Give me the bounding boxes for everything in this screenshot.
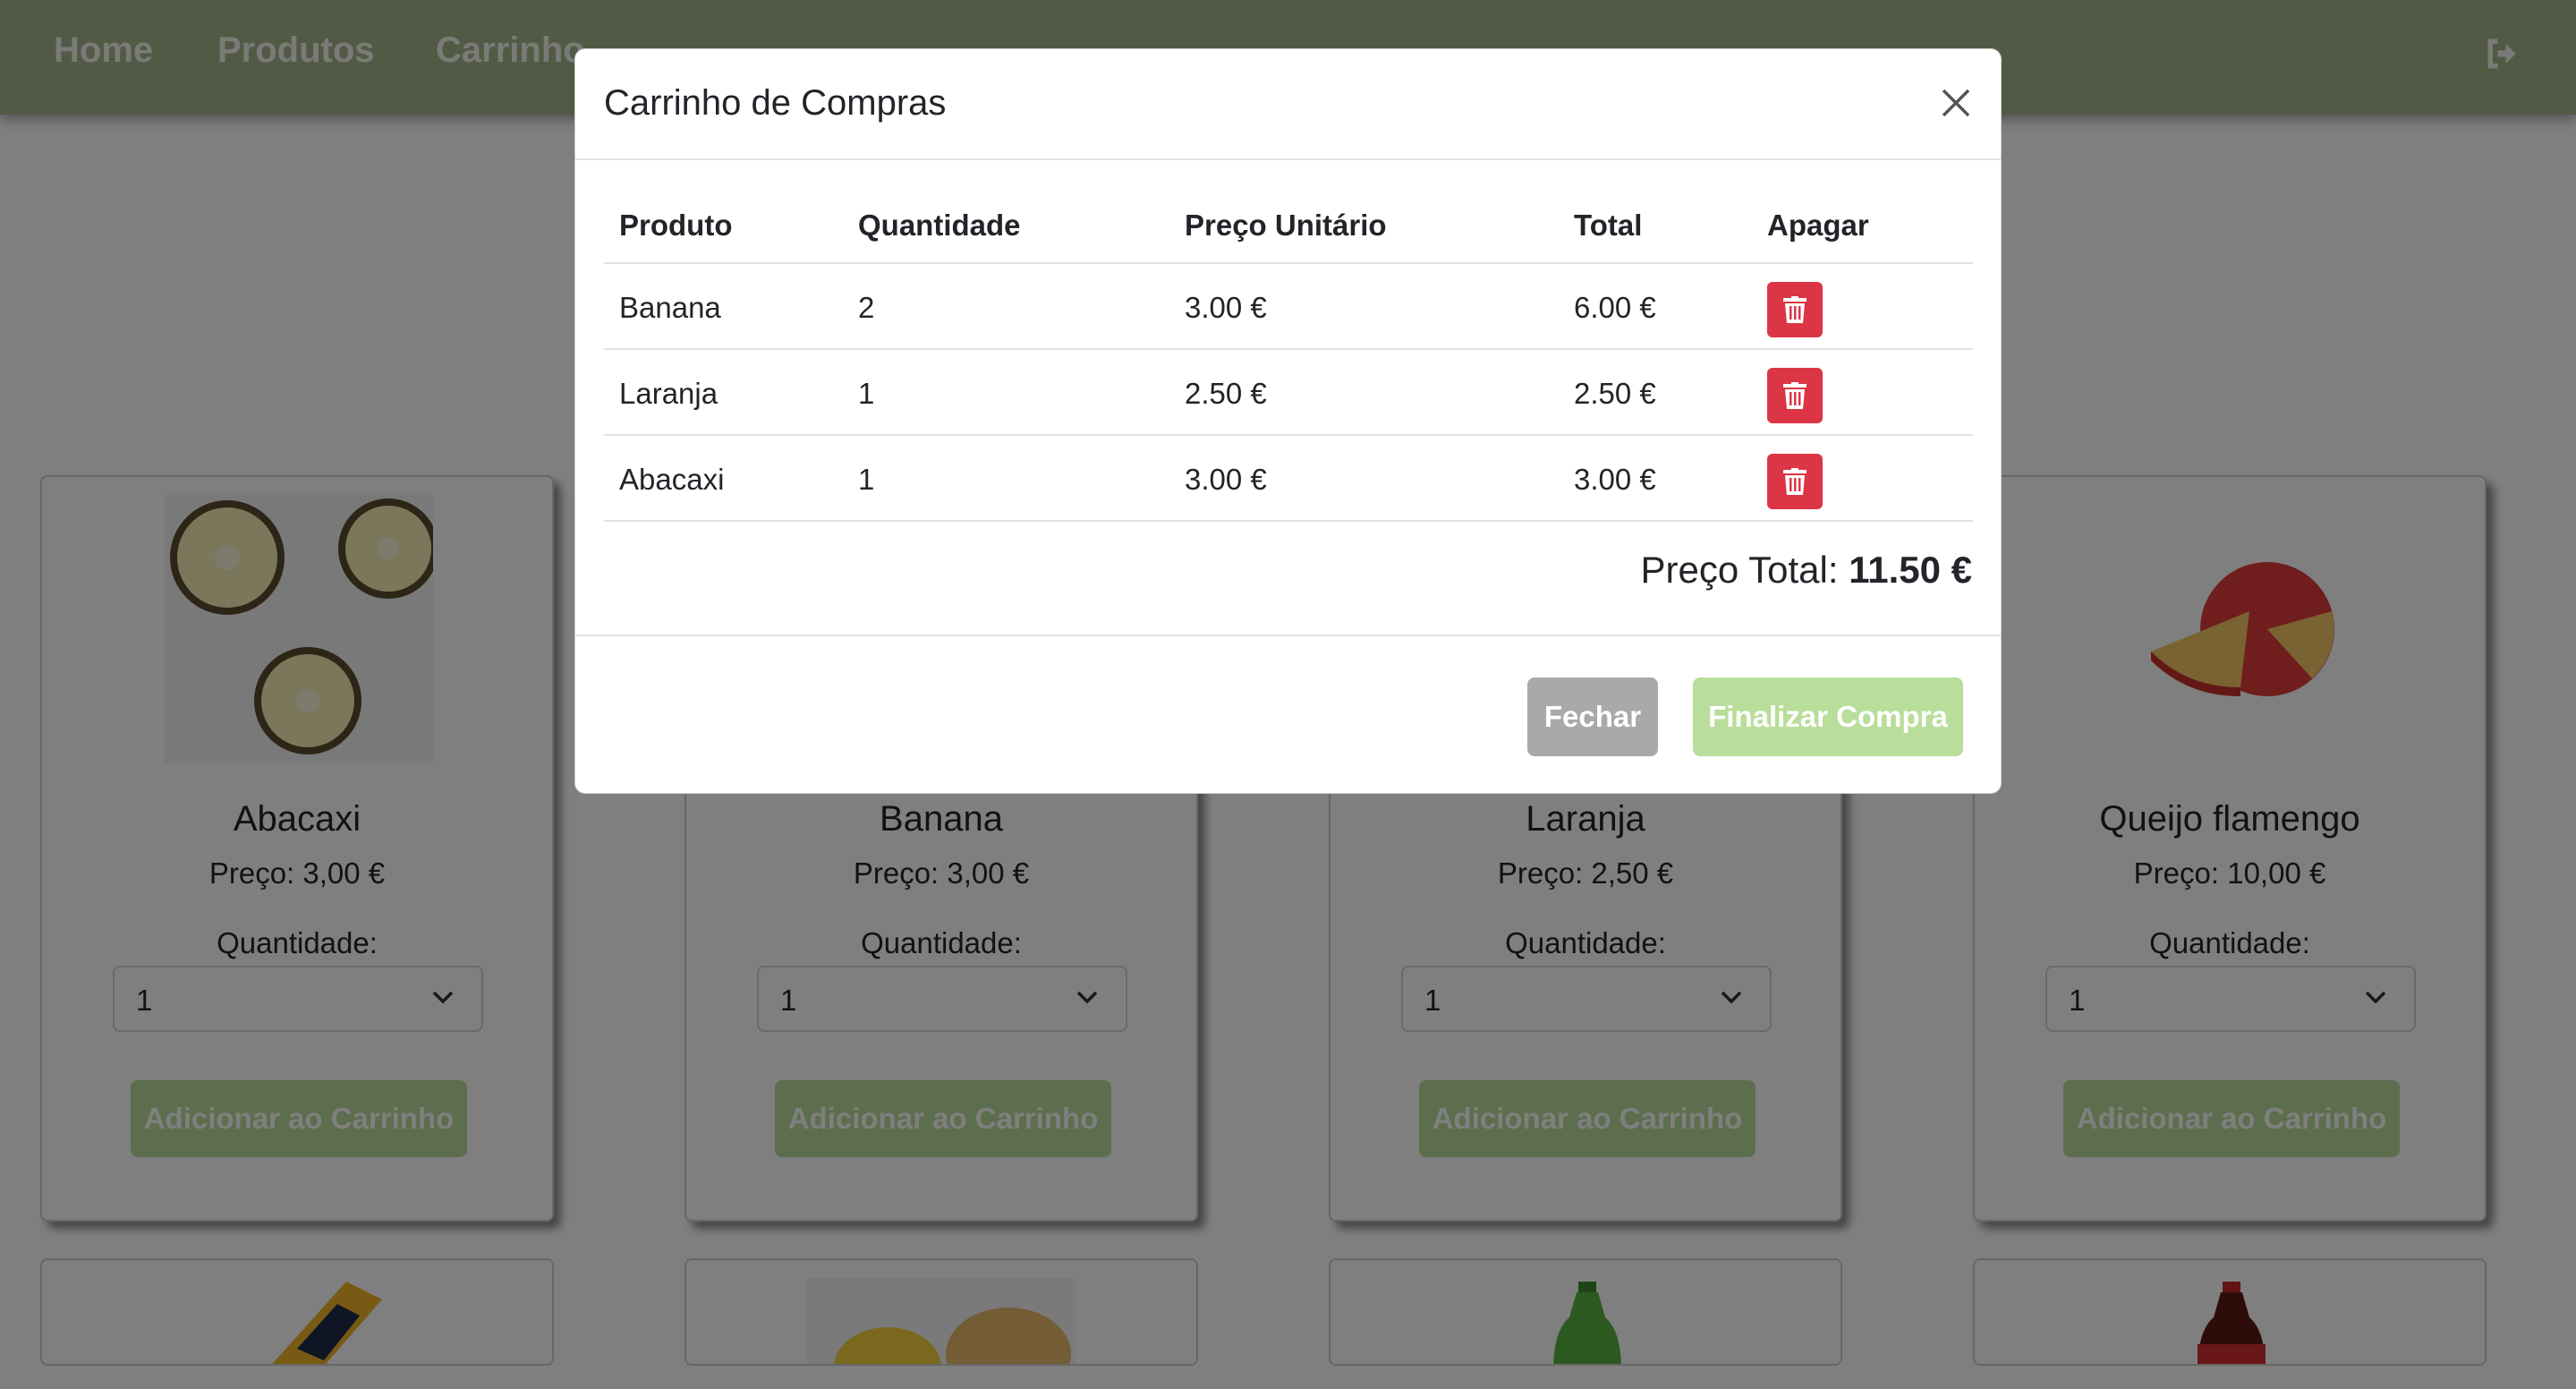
trash-icon: [1783, 296, 1807, 323]
cell-quantidade: 2: [858, 291, 875, 324]
table-row: Banana 2 3.00 € 6.00 €: [604, 264, 1973, 350]
cell-preco-unitario: 3.00 €: [1185, 291, 1267, 324]
table-row: Laranja 1 2.50 € 2.50 €: [604, 350, 1973, 436]
header-quantidade: Quantidade: [858, 209, 1021, 242]
cell-quantidade: 1: [858, 377, 875, 410]
trash-icon: [1783, 468, 1807, 495]
cell-quantidade: 1: [858, 463, 875, 496]
modal-footer-divider: [575, 635, 2001, 636]
delete-button[interactable]: [1767, 454, 1823, 509]
cell-total: 6.00 €: [1574, 291, 1656, 324]
modal-header-divider: [575, 158, 2001, 160]
cart-total: Preço Total: 11.50 €: [1641, 549, 1973, 592]
cell-produto: Banana: [619, 291, 721, 324]
total-value: 11.50 €: [1849, 549, 1972, 591]
table-row: Abacaxi 1 3.00 € 3.00 €: [604, 436, 1973, 522]
close-icon[interactable]: [1940, 87, 1972, 119]
total-label: Preço Total:: [1640, 549, 1849, 591]
cell-produto: Abacaxi: [619, 463, 725, 496]
cell-produto: Laranja: [619, 377, 718, 410]
header-produto: Produto: [619, 209, 733, 242]
checkout-button[interactable]: Finalizar Compra: [1693, 677, 1963, 756]
header-preco-unitario: Preço Unitário: [1185, 209, 1387, 242]
cell-total: 3.00 €: [1574, 463, 1656, 496]
delete-button[interactable]: [1767, 368, 1823, 423]
modal-title: Carrinho de Compras: [604, 83, 947, 123]
cart-modal: Carrinho de Compras Produto Quantidade P…: [574, 48, 2002, 794]
close-button[interactable]: Fechar: [1527, 677, 1658, 756]
row-divider: [604, 520, 1973, 522]
trash-icon: [1783, 382, 1807, 409]
cell-preco-unitario: 2.50 €: [1185, 377, 1267, 410]
header-total: Total: [1574, 209, 1643, 242]
cell-total: 2.50 €: [1574, 377, 1656, 410]
cell-preco-unitario: 3.00 €: [1185, 463, 1267, 496]
delete-button[interactable]: [1767, 282, 1823, 337]
header-apagar: Apagar: [1767, 209, 1869, 242]
